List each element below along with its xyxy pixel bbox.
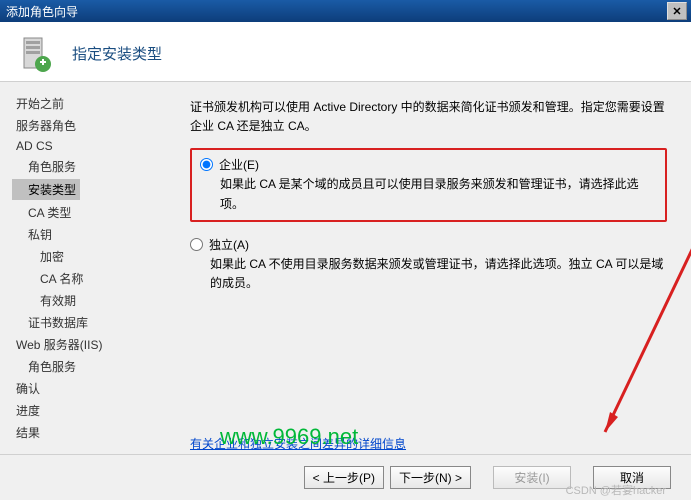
sidebar-item-1[interactable]: 服务器角色 <box>12 115 170 136</box>
radio-enterprise[interactable] <box>200 158 213 171</box>
sidebar-item-3[interactable]: 角色服务 <box>12 156 170 177</box>
radio-standalone[interactable] <box>190 238 203 251</box>
sidebar-item-8[interactable]: CA 名称 <box>12 268 170 289</box>
content-panel: 证书颁发机构可以使用 Active Directory 中的数据来简化证书颁发和… <box>170 82 691 480</box>
window-title: 添加角色向导 <box>4 3 667 20</box>
option-enterprise-title: 企业(E) <box>219 156 259 173</box>
install-button: 安装(I) <box>493 466 571 489</box>
sidebar-item-13[interactable]: 确认 <box>12 378 170 399</box>
page-title: 指定安装类型 <box>72 43 162 64</box>
option-standalone: 独立(A) 如果此 CA 不使用目录服务数据来颁发或管理证书，请选择此选项。独立… <box>190 236 667 293</box>
intro-text: 证书颁发机构可以使用 Active Directory 中的数据来简化证书颁发和… <box>190 98 667 136</box>
option-standalone-title: 独立(A) <box>209 236 249 253</box>
option-standalone-desc: 如果此 CA 不使用目录服务数据来颁发或管理证书，请选择此选项。独立 CA 可以… <box>210 255 667 293</box>
button-row: < 上一步(P) 下一步(N) > 安装(I) 取消 <box>0 454 691 500</box>
sidebar-item-2[interactable]: AD CS <box>12 137 170 155</box>
sidebar-item-4[interactable]: 安装类型 <box>12 179 80 200</box>
sidebar-item-5[interactable]: CA 类型 <box>12 202 170 223</box>
sidebar-item-0[interactable]: 开始之前 <box>12 93 170 114</box>
option-enterprise-desc: 如果此 CA 是某个域的成员且可以使用目录服务来颁发和管理证书，请选择此选项。 <box>220 175 657 213</box>
prev-button[interactable]: < 上一步(P) <box>304 466 384 489</box>
sidebar-item-10[interactable]: 证书数据库 <box>12 312 170 333</box>
sidebar-item-14[interactable]: 进度 <box>12 400 170 421</box>
option-enterprise: 企业(E) 如果此 CA 是某个域的成员且可以使用目录服务来颁发和管理证书，请选… <box>200 156 657 213</box>
sidebar-item-9[interactable]: 有效期 <box>12 290 170 311</box>
close-button[interactable]: ✕ <box>667 2 687 20</box>
sidebar-item-15[interactable]: 结果 <box>12 422 170 443</box>
main-area: 开始之前服务器角色AD CS角色服务安装类型CA 类型私钥加密CA 名称有效期证… <box>0 82 691 480</box>
option-enterprise-highlight: 企业(E) 如果此 CA 是某个域的成员且可以使用目录服务来颁发和管理证书，请选… <box>190 148 667 221</box>
wizard-sidebar: 开始之前服务器角色AD CS角色服务安装类型CA 类型私钥加密CA 名称有效期证… <box>0 82 170 480</box>
sidebar-item-7[interactable]: 加密 <box>12 246 170 267</box>
learn-more-link[interactable]: 有关企业和独立安装之间差异的详细信息 <box>190 435 406 452</box>
titlebar: 添加角色向导 ✕ <box>0 0 691 22</box>
sidebar-item-12[interactable]: 角色服务 <box>12 356 170 377</box>
sidebar-item-11[interactable]: Web 服务器(IIS) <box>12 334 170 355</box>
wizard-header: 指定安装类型 <box>0 22 691 82</box>
server-icon <box>16 34 56 74</box>
sidebar-item-6[interactable]: 私钥 <box>12 224 170 245</box>
cancel-button[interactable]: 取消 <box>593 466 671 489</box>
next-button[interactable]: 下一步(N) > <box>390 466 471 489</box>
